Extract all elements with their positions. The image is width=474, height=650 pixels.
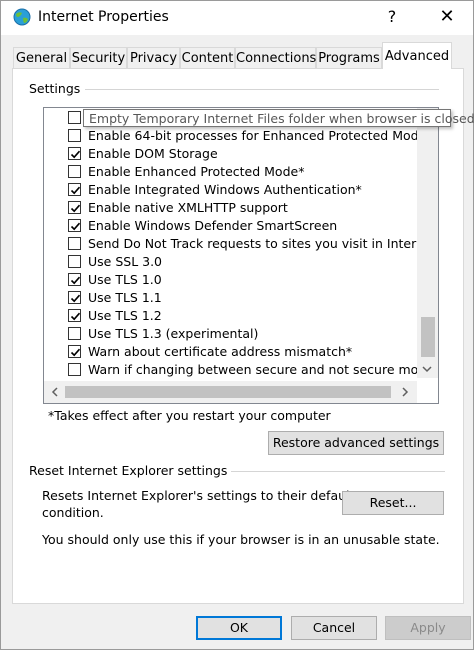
scroll-right-arrow-icon[interactable]: [399, 386, 411, 398]
checkbox-unchecked[interactable]: [68, 327, 81, 340]
close-button[interactable]: ✕: [429, 3, 465, 31]
checkbox-unchecked[interactable]: [68, 111, 81, 124]
vertical-scrollbar-thumb[interactable]: [421, 317, 435, 357]
tab-connections[interactable]: Connections: [235, 47, 316, 68]
horizontal-scrollbar-thumb[interactable]: [65, 386, 391, 398]
settings-item-label: Warn if changing between secure and not …: [88, 362, 434, 377]
checkbox-checked[interactable]: [68, 147, 81, 160]
settings-item-label: Use SSL 3.0: [88, 254, 163, 269]
restart-note: *Takes effect after you restart your com…: [48, 408, 331, 423]
settings-item-label: Use TLS 1.2: [88, 308, 162, 323]
settings-item-label: Enable native XMLHTTP support: [88, 200, 288, 215]
checkmark-icon: [70, 186, 81, 195]
settings-group-line: [85, 89, 439, 90]
reset-warning: You should only use this if your browser…: [42, 532, 440, 547]
ok-button[interactable]: OK: [196, 616, 282, 640]
checkbox-checked[interactable]: [68, 183, 81, 196]
window-title: Internet Properties: [38, 9, 169, 25]
settings-list[interactable]: Empty Temporary Internet Files folder wh…: [43, 107, 439, 404]
reset-button[interactable]: Reset...: [342, 491, 444, 515]
settings-item-label: Enable Windows Defender SmartScreen: [88, 218, 338, 233]
checkbox-unchecked[interactable]: [68, 363, 81, 376]
settings-item-label: Send Do Not Track requests to sites you …: [88, 236, 439, 251]
tab-general[interactable]: General: [13, 47, 70, 68]
scroll-down-arrow-icon[interactable]: [421, 363, 433, 375]
settings-item-label: Enable DOM Storage: [88, 146, 218, 161]
checkbox-checked[interactable]: [68, 291, 81, 304]
internet-properties-dialog: Internet Properties ? ✕ General Security P…: [0, 0, 474, 650]
reset-group-line: [213, 471, 445, 472]
checkbox-unchecked[interactable]: [68, 255, 81, 268]
checkbox-checked[interactable]: [68, 201, 81, 214]
tab-privacy[interactable]: Privacy: [127, 47, 180, 68]
tooltip: Empty Temporary Internet Files folder wh…: [83, 109, 474, 127]
restore-advanced-settings-button[interactable]: Restore advanced settings: [268, 431, 444, 455]
checkmark-icon: [70, 294, 81, 303]
title-bar: Internet Properties ? ✕: [1, 1, 473, 35]
checkmark-icon: [70, 276, 81, 285]
checkbox-unchecked[interactable]: [68, 165, 81, 178]
tab-content[interactable]: Content: [180, 47, 235, 68]
checkbox-checked[interactable]: [68, 309, 81, 322]
internet-explorer-globe-icon: [13, 8, 31, 26]
checkbox-checked[interactable]: [68, 345, 81, 358]
checkmark-icon: [70, 204, 81, 213]
settings-item-label: Enable 64-bit processes for Enhanced Pro…: [88, 128, 433, 143]
reset-description-line2: condition.: [42, 505, 104, 520]
reset-description-line1: Resets Internet Explorer's settings to t…: [42, 488, 355, 503]
checkmark-icon: [70, 150, 81, 159]
settings-item-label: Enable Enhanced Protected Mode*: [88, 164, 305, 179]
checkbox-checked[interactable]: [68, 219, 81, 232]
settings-item-label: Enable Integrated Windows Authentication…: [88, 182, 362, 197]
settings-item-label: Use TLS 1.1: [88, 290, 162, 305]
settings-item-label: Use TLS 1.0: [88, 272, 162, 287]
cancel-button[interactable]: Cancel: [291, 616, 377, 640]
reset-group-label: Reset Internet Explorer settings: [29, 463, 232, 478]
settings-group-label: Settings: [29, 81, 85, 96]
tab-security[interactable]: Security: [70, 47, 127, 68]
tab-advanced[interactable]: Advanced: [382, 42, 452, 69]
settings-item-label: Warn about certificate address mismatch*: [88, 344, 353, 359]
apply-button[interactable]: Apply: [385, 616, 471, 640]
checkmark-icon: [70, 312, 81, 321]
checkbox-unchecked[interactable]: [68, 237, 81, 250]
checkbox-checked[interactable]: [68, 273, 81, 286]
settings-item-label: Use TLS 1.3 (experimental): [88, 326, 259, 341]
checkmark-icon: [70, 348, 81, 357]
help-button[interactable]: ?: [377, 3, 407, 31]
scroll-left-arrow-icon[interactable]: [49, 386, 61, 398]
tab-programs[interactable]: Programs: [316, 47, 382, 68]
checkmark-icon: [70, 222, 81, 231]
checkbox-unchecked[interactable]: [68, 129, 81, 142]
